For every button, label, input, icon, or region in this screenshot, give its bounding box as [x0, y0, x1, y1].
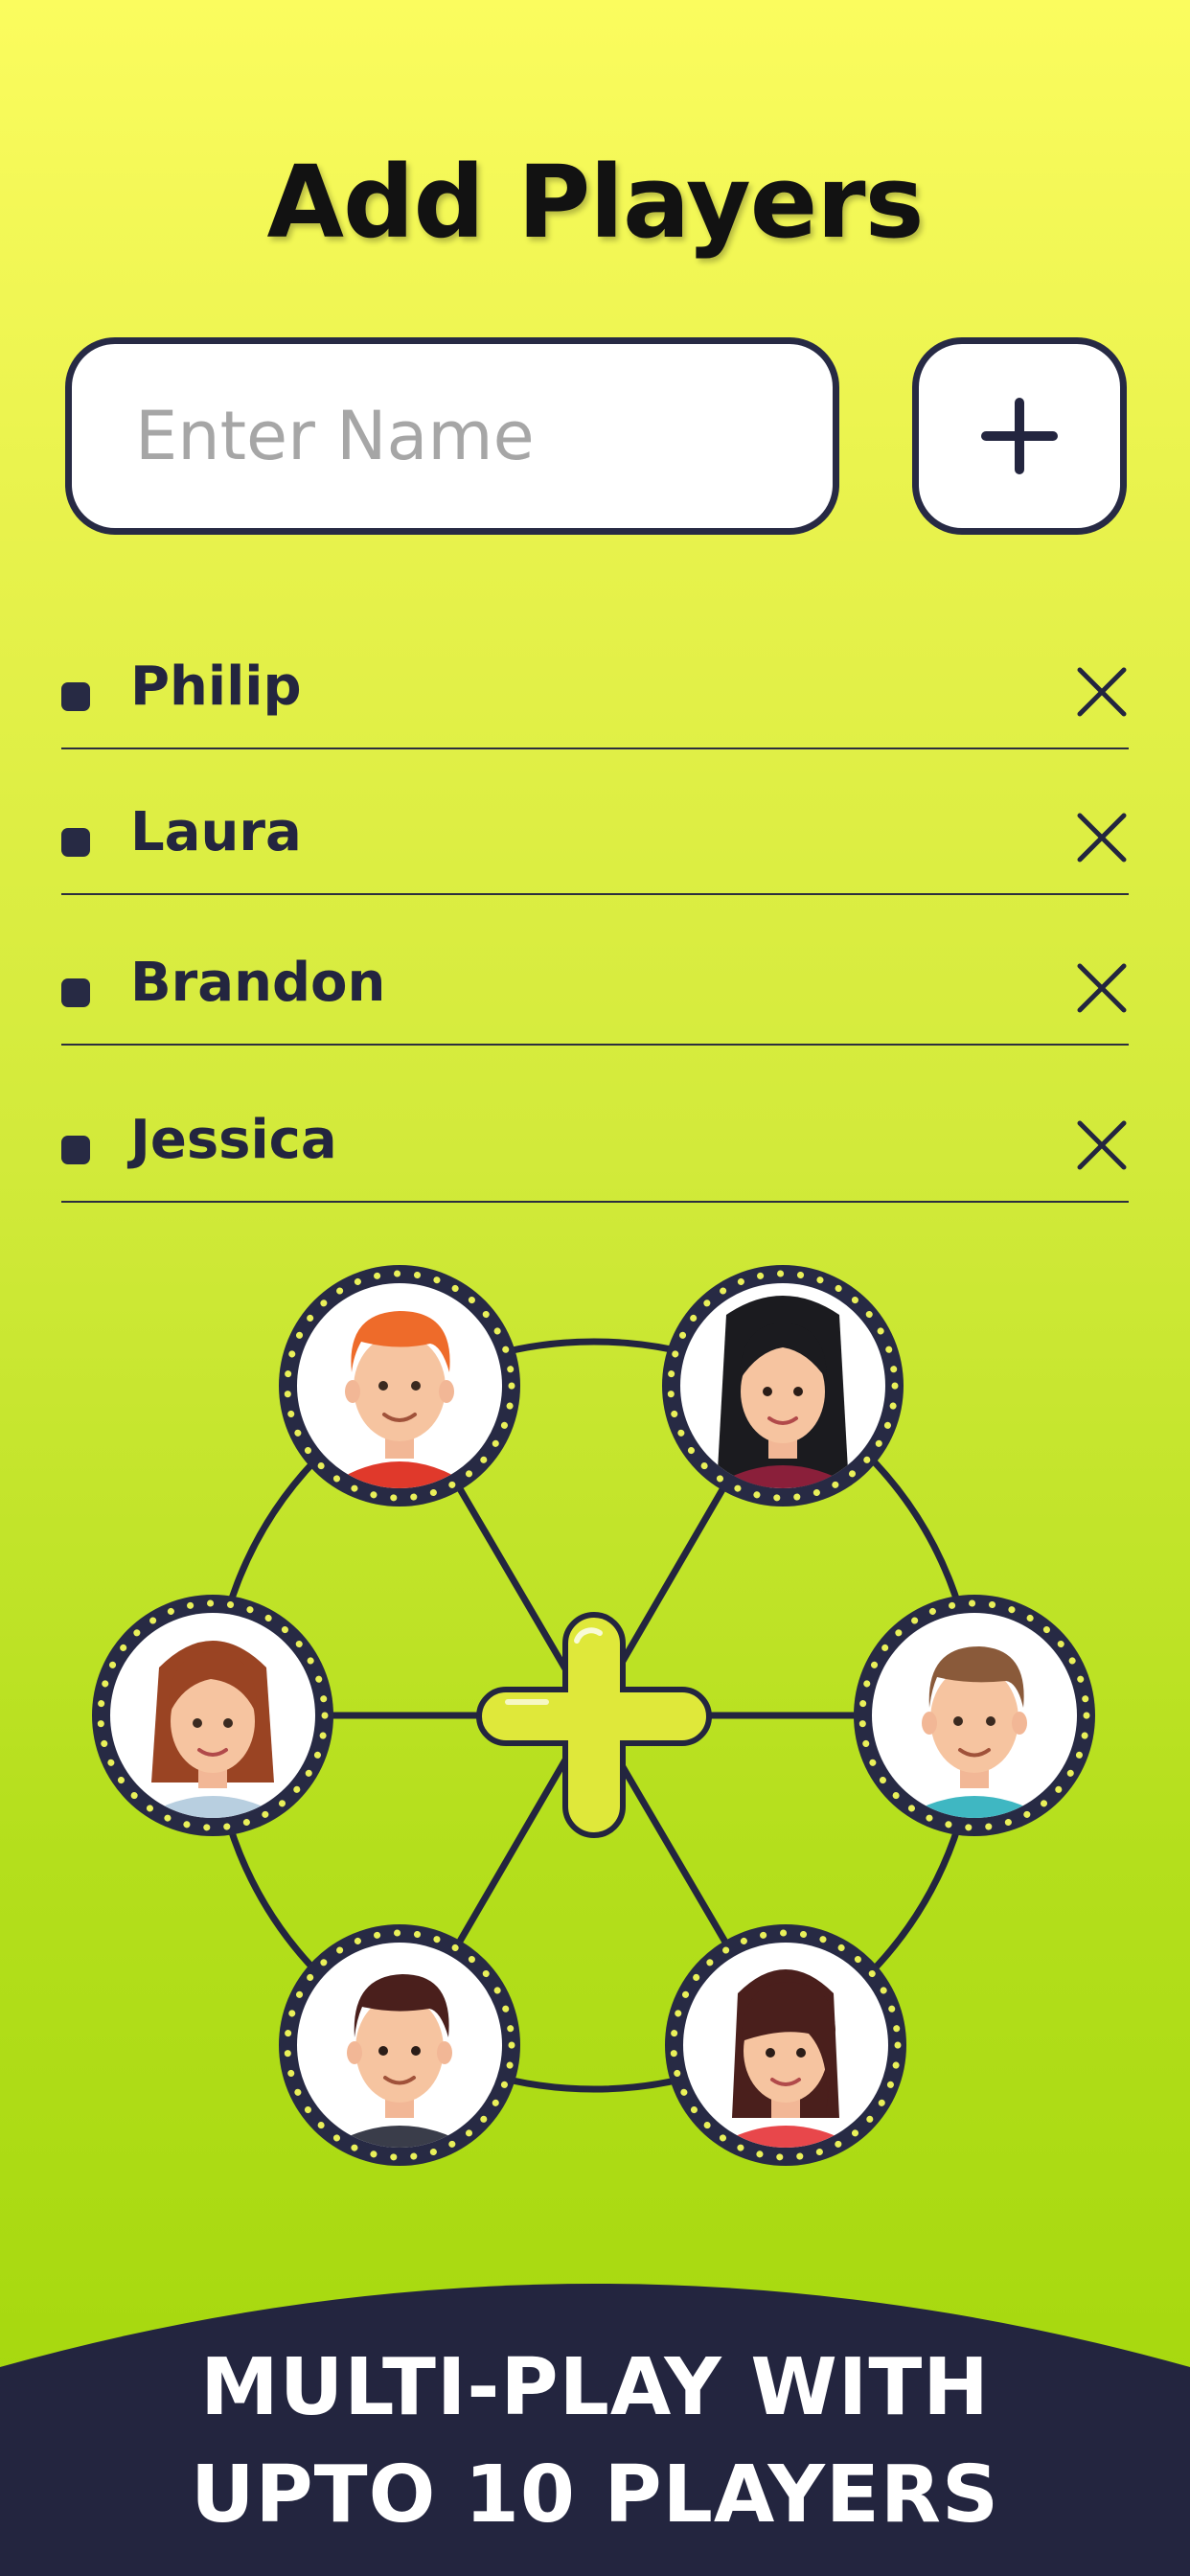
player-name-input[interactable] — [65, 337, 839, 535]
remove-player-button[interactable] — [1071, 807, 1133, 868]
bullet-icon — [61, 828, 90, 857]
add-player-button[interactable] — [912, 337, 1127, 535]
player-row: Philip — [61, 634, 1129, 749]
player-row: Jessica — [61, 1088, 1129, 1203]
bullet-icon — [61, 1136, 90, 1164]
remove-player-button[interactable] — [1071, 661, 1133, 723]
center-plus-icon — [476, 1612, 712, 1838]
promo-line-2: UPTO 10 PLAYERS — [190, 2450, 1000, 2541]
players-network-illustration — [92, 1265, 1095, 2166]
promo-banner-text: MULTI-PLAY WITH UPTO 10 PLAYERS — [0, 2334, 1190, 2549]
player-row: Laura — [61, 780, 1129, 895]
plus-icon — [981, 398, 1058, 474]
close-icon — [1077, 1120, 1127, 1170]
player-row: Brandon — [61, 931, 1129, 1046]
player-name: Laura — [130, 801, 302, 863]
page-title: Add Players — [266, 144, 925, 261]
close-icon — [1077, 667, 1127, 717]
close-icon — [1077, 963, 1127, 1013]
bullet-icon — [61, 682, 90, 711]
player-name: Brandon — [130, 952, 386, 1014]
remove-player-button[interactable] — [1071, 957, 1133, 1019]
player-name: Jessica — [130, 1109, 337, 1171]
close-icon — [1077, 813, 1127, 862]
promo-line-1: MULTI-PLAY WITH — [200, 2342, 990, 2433]
bullet-icon — [61, 978, 90, 1007]
player-name: Philip — [130, 656, 302, 718]
remove-player-button[interactable] — [1071, 1115, 1133, 1176]
